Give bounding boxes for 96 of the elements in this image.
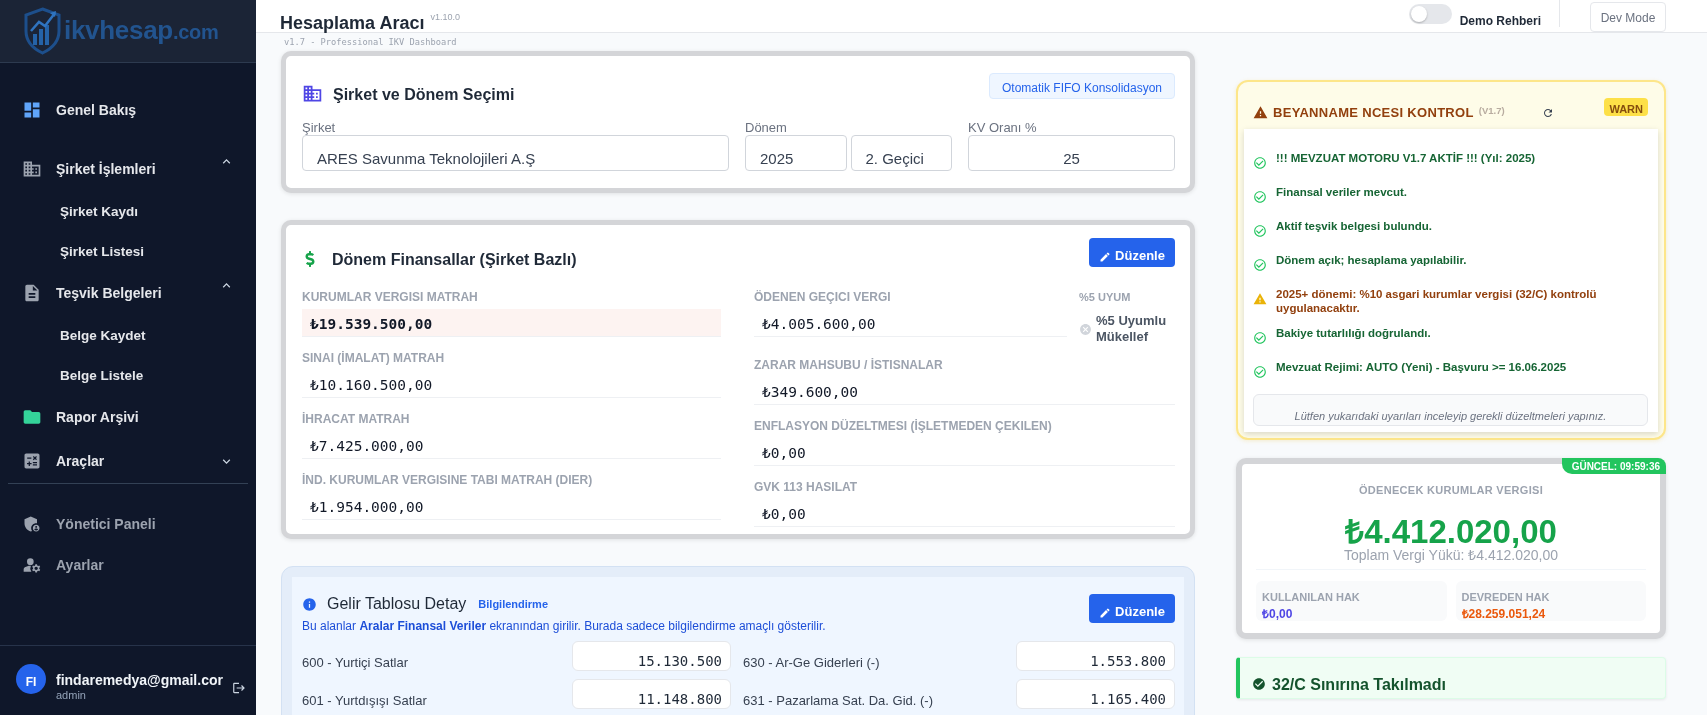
nav-item[interactable]: Yönetici Paneli: [0, 503, 256, 544]
document-icon: [22, 283, 42, 303]
nav-item[interactable]: Şirket İşlemleri: [0, 147, 256, 191]
company-select[interactable]: ARES Savunma Teknolojileri A.Ş: [302, 135, 729, 171]
value-field[interactable]: ₺0,00: [754, 438, 1175, 466]
value-field[interactable]: ₺19.539.500,00: [302, 309, 721, 337]
logo-text: ikvhesap.com: [64, 15, 219, 47]
nav-subitem[interactable]: Belge Kaydet: [0, 315, 256, 355]
field-label: Şirket: [302, 121, 337, 135]
nav-subitem[interactable]: Şirket Kaydı: [0, 191, 256, 231]
limit-title: 32/C Sınırına Takılmadı: [1272, 675, 1446, 695]
stat-value: ₺0,00: [1262, 607, 1293, 621]
status-badge: WARN: [1604, 97, 1648, 116]
field-label: İND. KURUMLAR VERGISINE TABI MATRAH (DIER): [302, 472, 594, 488]
tax-amount: ₺4.412.020,00: [1343, 514, 1557, 550]
hint-note: Lütfen yukarıdaki uyarıları inceleyip gerekli düzeltmeleri yapınız.: [1253, 394, 1648, 426]
value-field[interactable]: ₺349.600,00: [754, 377, 1175, 405]
panel-title: BEYANNAME NCESI KONTROL: [1273, 105, 1474, 120]
field-label: Dönem: [745, 121, 788, 135]
user-avatar: FI: [16, 664, 46, 694]
field-label: SINAI (İMALAT) MATRAH: [302, 350, 446, 366]
field-label: ENFLASYON DÜZELTMESI (İŞLETMEDEN ÇEKILEN): [754, 418, 1053, 434]
stat-value: ₺28.259.051,24: [1461, 607, 1546, 621]
nav-item[interactable]: Genel Bakış: [0, 88, 256, 132]
value-field[interactable]: ₺7.425.000,00: [302, 431, 721, 459]
card-title: Gelir Tablosu Detay: [327, 594, 467, 614]
check-message: Dönem açık; hesaplama yapılabilir.: [1276, 253, 1467, 267]
compliance-label: %5 UYUM: [1079, 290, 1132, 305]
info-note: Bu alanlar Aralar Finansal Veriler ekranından girilir. Burada sadece bilgilendirme amaçlı gösterilir.: [302, 618, 826, 634]
compliance-status: %5 Uyumlu Mükellef: [1096, 313, 1168, 345]
nav-item[interactable]: Araçlar: [0, 439, 256, 483]
year-select[interactable]: 2025: [745, 135, 847, 171]
field-label: ÖDENEN GEÇICI VERGI: [754, 289, 892, 305]
nav-subitem[interactable]: Şirket Listesi: [0, 231, 256, 271]
period-select[interactable]: 2. Geçici: [850, 135, 952, 171]
logout-icon[interactable]: [232, 681, 246, 695]
warning-icon: [1253, 292, 1267, 306]
rate-input[interactable]: 25: [968, 135, 1175, 171]
updated-badge: GÜNCEL: 09:59:36: [1561, 458, 1666, 474]
dev-mode-button[interactable]: Dev Mode: [1590, 2, 1666, 32]
amount-field[interactable]: 15.130.500: [572, 641, 731, 671]
demo-toggle[interactable]: [1408, 4, 1452, 24]
account-label: 601 - Yurtdışışı Satlar: [302, 693, 427, 709]
nav-subitem[interactable]: Belge Listele: [0, 355, 256, 395]
calculator-icon: [22, 451, 42, 471]
building-icon: [302, 83, 323, 104]
stat-label: KULLANILAN HAK: [1262, 590, 1360, 604]
field-label: GVK 113 HASILAT: [754, 479, 859, 495]
field-label: KURUMLAR VERGISI MATRAH: [302, 289, 479, 305]
field-label: ZARAR MAHSUBU / İSTISNALAR: [754, 357, 944, 373]
field-label: KV Oranı %: [968, 121, 1038, 135]
total-tax-text: Toplam Vergi Yükü: ₺4.412.020,00: [1343, 547, 1559, 563]
shield-chart-icon: [24, 7, 61, 55]
nav-item[interactable]: Teşvik Belgeleri: [0, 271, 256, 315]
info-icon: [302, 596, 317, 612]
building-icon: [22, 159, 42, 179]
folder-icon: [22, 407, 42, 427]
edit-button[interactable]: Düzenle: [1089, 594, 1175, 623]
account-label: 631 - Pazarlama Sat. Da. Gid. (-): [743, 693, 933, 709]
dashboard-icon: [22, 100, 42, 120]
check-message: Bakiye tutarlılığı doğrulandı.: [1276, 326, 1431, 340]
field-label: İHRACAT MATRAH: [302, 411, 411, 427]
check-message: !!! MEVZUAT MOTORU V1.7 AKTİF !!! (Yıl: 2025): [1276, 151, 1536, 165]
check-message: Aktif teşvik belgesi bulundu.: [1276, 219, 1432, 233]
tax-label: ÖDENECEK KURUMLAR VERGISI: [1357, 483, 1545, 497]
pencil-icon: [1099, 251, 1112, 263]
warning-icon: [1253, 105, 1268, 120]
account-label: 630 - Ar-Ge Giderleri (-): [743, 655, 880, 671]
page-subtitle: v1.7 - Professional IKV Dashboard: [284, 37, 457, 47]
check-message: 2025+ dönemi: %10 asgari kurumlar vergisi (32/C) kontrolü uygulanacaktır.: [1276, 287, 1598, 315]
page-title: Hesaplama Aracı: [280, 14, 425, 32]
version-label: v1.10.0: [430, 12, 460, 22]
refresh-icon[interactable]: [1542, 106, 1555, 119]
pencil-icon: [1099, 607, 1112, 619]
value-field[interactable]: ₺4.005.600,00: [754, 309, 1067, 337]
value-field[interactable]: ₺10.160.500,00: [302, 370, 721, 398]
user-role: admin: [56, 689, 86, 702]
stat-label: DEVREDEN HAK: [1461, 590, 1550, 604]
value-field[interactable]: ₺1.954.000,00: [302, 492, 721, 520]
edit-button[interactable]: Düzenle: [1089, 238, 1175, 267]
toggle-label: Demo Rehberi: [1459, 14, 1541, 28]
value-field[interactable]: ₺0,00: [754, 499, 1175, 527]
mode-label: Bilgilendirme: [478, 598, 548, 610]
nav-item[interactable]: Rapor Arşivi: [0, 395, 256, 439]
nav-item[interactable]: Ayarlar: [0, 544, 256, 585]
user-email: findaremedya@gmail.cor: [56, 672, 223, 688]
fifo-button[interactable]: Otomatik FIFO Konsolidasyon: [989, 73, 1175, 99]
amount-field[interactable]: 11.148.800: [572, 679, 731, 709]
version-label: (V1.7): [1478, 104, 1505, 116]
check-message: Finansal veriler mevcut.: [1276, 185, 1408, 199]
account-label: 600 - Yurtiçi Satlar: [302, 655, 408, 671]
check-message: Mevzuat Rejimi: AUTO (Yeni) - Başvuru >= 16.06.2025: [1276, 360, 1567, 374]
card-title: Şirket ve Dönem Seçimi: [333, 85, 515, 105]
amount-field[interactable]: 1.165.400: [1016, 679, 1175, 709]
card-title: Dönem Finansallar (Şirket Bazlı): [332, 250, 577, 270]
amount-field[interactable]: 1.553.800: [1016, 641, 1175, 671]
